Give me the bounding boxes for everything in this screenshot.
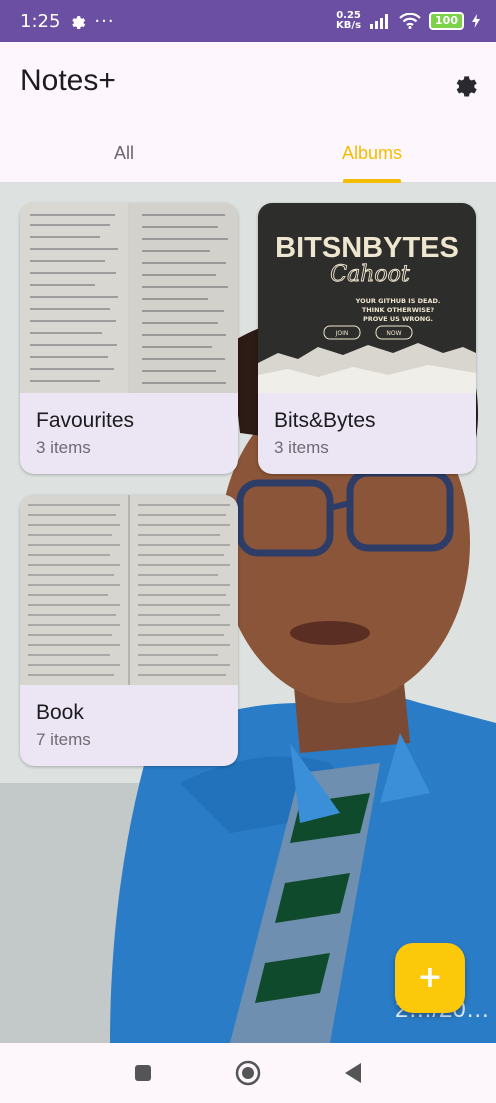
square-icon bbox=[134, 1065, 151, 1081]
tab-bar: All Albums bbox=[0, 132, 496, 183]
network-speed: 0.25 KB/s bbox=[336, 11, 361, 31]
settings-button[interactable] bbox=[448, 68, 480, 100]
add-album-button[interactable]: + bbox=[395, 943, 465, 1013]
album-thumbnail-favourites bbox=[20, 203, 238, 393]
poster-tagline-3: PROVE US WRONG. bbox=[363, 315, 433, 323]
more-icon: ··· bbox=[94, 10, 115, 32]
plus-icon: + bbox=[417, 960, 443, 995]
poster-subtitle: Cahoot bbox=[330, 262, 410, 287]
circle-icon bbox=[235, 1060, 261, 1086]
album-count: 3 items bbox=[36, 438, 91, 457]
poster-tagline-1: YOUR GITHUB IS DEAD. bbox=[355, 297, 441, 305]
network-speed-unit: KB/s bbox=[336, 20, 362, 31]
home-button[interactable] bbox=[234, 1059, 262, 1087]
album-count: 7 items bbox=[36, 730, 91, 749]
status-bar-right: 0.25 KB/s 100 bbox=[336, 11, 480, 31]
album-card-favourites[interactable]: Favourites 3 items bbox=[20, 203, 238, 474]
poster-button-2: NOW bbox=[386, 330, 401, 337]
back-button[interactable] bbox=[339, 1059, 367, 1087]
poster-title: BITSNBYTES bbox=[275, 232, 459, 264]
clock: 1:25 bbox=[20, 10, 61, 32]
tab-albums[interactable]: Albums bbox=[248, 132, 496, 182]
album-thumbnail-bits-bytes: BITSNBYTES Cahoot YOUR GITHUB IS DEAD. T… bbox=[258, 203, 476, 393]
triangle-back-icon bbox=[345, 1063, 362, 1083]
status-bar: 1:25 ··· 0.25 KB/s 100 bbox=[0, 0, 496, 42]
album-count: 3 items bbox=[274, 438, 329, 457]
poster-tagline-2: THINK OTHERWISE? bbox=[362, 306, 435, 314]
album-thumbnail-book bbox=[20, 495, 238, 685]
wifi-icon bbox=[399, 13, 421, 29]
poster-button-1: JOIN bbox=[335, 330, 349, 337]
status-bar-left: 1:25 ··· bbox=[20, 11, 115, 32]
gear-icon bbox=[456, 76, 477, 97]
tab-all[interactable]: All bbox=[0, 132, 248, 182]
recents-button[interactable] bbox=[129, 1059, 157, 1087]
gear-icon bbox=[72, 16, 86, 30]
album-card-bits-bytes[interactable]: BITSNBYTES Cahoot YOUR GITHUB IS DEAD. T… bbox=[258, 203, 476, 474]
battery-indicator: 100 bbox=[429, 12, 464, 30]
album-card-book[interactable]: Book 7 items bbox=[20, 495, 238, 766]
app-bar: Notes+ bbox=[0, 42, 496, 132]
app-title: Notes+ bbox=[20, 64, 116, 97]
system-nav-bar bbox=[0, 1043, 496, 1103]
signal-icon bbox=[370, 14, 389, 29]
charging-icon bbox=[472, 14, 480, 28]
album-name: Book bbox=[36, 701, 84, 724]
album-name: Favourites bbox=[36, 409, 135, 432]
album-name: Bits&Bytes bbox=[274, 409, 376, 432]
